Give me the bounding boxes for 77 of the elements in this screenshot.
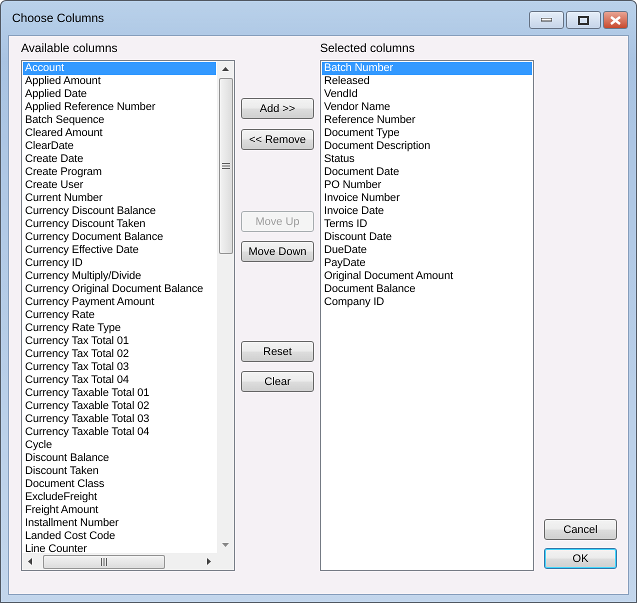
list-box[interactable] <box>21 60 235 571</box>
list-item[interactable]: Cleared Amount <box>23 127 216 140</box>
window-title: Choose Columns <box>12 11 106 25</box>
list-item[interactable]: Original Document Amount <box>322 270 532 283</box>
list-item[interactable]: Currency Rate <box>23 309 216 322</box>
reset-button[interactable]: Reset <box>241 341 314 362</box>
list-item[interactable]: DueDate <box>322 244 532 257</box>
list-item[interactable]: Currency Effective Date <box>23 244 216 257</box>
list-item[interactable]: Freight Amount <box>23 504 216 517</box>
list-item[interactable]: Invoice Date <box>322 205 532 218</box>
list-item[interactable]: Currency Discount Taken <box>23 218 216 231</box>
list-item[interactable]: Currency Tax Total 03 <box>23 361 216 374</box>
remove-button[interactable]: << Remove <box>241 129 314 150</box>
list-item[interactable]: Currency ID <box>23 257 216 270</box>
list-item[interactable]: Discount Date <box>322 231 532 244</box>
list-item[interactable]: Currency Taxable Total 03 <box>23 413 216 426</box>
list-item[interactable]: Currency Taxable Total 01 <box>23 387 216 400</box>
add-button[interactable]: Add >> <box>241 98 314 119</box>
list-item[interactable]: Reference Number <box>322 114 532 127</box>
ok-button[interactable]: OK <box>544 548 617 569</box>
list-item[interactable]: Currency Tax Total 01 <box>23 335 216 348</box>
list-item[interactable]: Document Type <box>322 127 532 140</box>
list-item[interactable]: Document Description <box>322 140 532 153</box>
list-item[interactable]: VendId <box>322 88 532 101</box>
list-item[interactable]: Currency Payment Amount <box>23 296 216 309</box>
move-down-button[interactable]: Move Down <box>241 241 314 262</box>
list-item[interactable]: Applied Amount <box>23 75 216 88</box>
list-item[interactable]: Line Counter <box>23 543 216 553</box>
minimize-icon <box>541 18 552 22</box>
list-item[interactable]: Current Number <box>23 192 216 205</box>
list-item[interactable]: Status <box>322 153 532 166</box>
maximize-icon <box>578 16 589 24</box>
close-button[interactable] <box>603 11 628 29</box>
list-item[interactable]: Currency Tax Total 02 <box>23 348 216 361</box>
list-item[interactable]: Applied Date <box>23 88 216 101</box>
list-item[interactable]: Company ID <box>322 296 532 309</box>
list-item[interactable]: Document Class <box>23 478 216 491</box>
list-item[interactable]: Currency Taxable Total 04 <box>23 426 216 439</box>
list-item[interactable]: Currency Original Document Balance <box>23 283 216 296</box>
list-item[interactable]: Released <box>322 75 532 88</box>
selected-columns-label: Selected columns <box>320 41 416 57</box>
list-item[interactable]: Vendor Name <box>322 101 532 114</box>
list-item[interactable]: Invoice Number <box>322 192 532 205</box>
list-item[interactable]: Terms ID <box>322 218 532 231</box>
list-item[interactable]: Currency Multiply/Divide <box>23 270 216 283</box>
list-item[interactable]: Create Date <box>23 153 216 166</box>
list-item[interactable]: Currency Document Balance <box>23 231 216 244</box>
horizontal-scrollbar[interactable] <box>22 553 234 570</box>
grip-icon <box>222 162 230 170</box>
cancel-button[interactable]: Cancel <box>544 519 617 540</box>
available-columns-label: Available columns <box>21 41 118 57</box>
close-icon <box>610 16 621 24</box>
list-item[interactable]: Currency Taxable Total 02 <box>23 400 216 413</box>
list-item[interactable]: Discount Balance <box>23 452 216 465</box>
list-item[interactable]: Applied Reference Number <box>23 101 216 114</box>
list-item[interactable]: Discount Taken <box>23 465 216 478</box>
grip-icon <box>100 558 108 566</box>
list-item[interactable]: Cycle <box>23 439 216 452</box>
minimize-button[interactable] <box>529 11 564 29</box>
list-box[interactable] <box>320 60 534 571</box>
list-item[interactable]: PO Number <box>322 179 532 192</box>
list-item[interactable]: ExcludeFreight <box>23 491 216 504</box>
list-item[interactable]: Document Date <box>322 166 532 179</box>
list-item[interactable]: Create User <box>23 179 216 192</box>
list-item[interactable]: ClearDate <box>23 140 216 153</box>
list-item[interactable]: Currency Tax Total 04 <box>23 374 216 387</box>
clear-button[interactable]: Clear <box>241 371 314 392</box>
list-item[interactable]: Currency Discount Balance <box>23 205 216 218</box>
list-item[interactable]: Batch Sequence <box>23 114 216 127</box>
list-item[interactable]: Landed Cost Code <box>23 530 216 543</box>
maximize-button[interactable] <box>566 11 601 29</box>
list-item[interactable]: Installment Number <box>23 517 216 530</box>
list-item[interactable]: PayDate <box>322 257 532 270</box>
list-item[interactable]: Currency Rate Type <box>23 322 216 335</box>
list-item[interactable]: Create Program <box>23 166 216 179</box>
list-item[interactable]: Document Balance <box>322 283 532 296</box>
vertical-scrollbar[interactable] <box>217 61 234 553</box>
